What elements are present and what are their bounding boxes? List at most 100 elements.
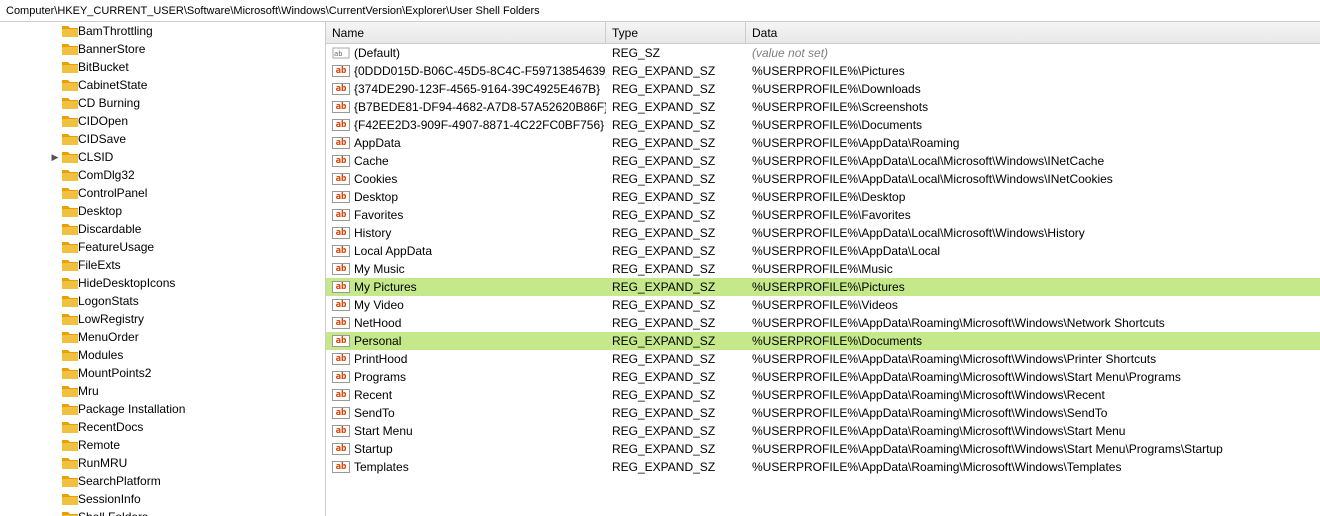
col-name[interactable]: Name	[326, 22, 606, 43]
tree-item[interactable]: CIDOpen	[0, 112, 325, 130]
tree-item[interactable]: HideDesktopIcons	[0, 274, 325, 292]
tree-item-label: CabinetState	[78, 78, 147, 92]
tree-item[interactable]: Remote	[0, 436, 325, 454]
table-row[interactable]: abSendToREG_EXPAND_SZ%USERPROFILE%\AppDa…	[326, 404, 1320, 422]
tree-item[interactable]: FileExts	[0, 256, 325, 274]
tree-item[interactable]: BitBucket	[0, 58, 325, 76]
cell-type: REG_EXPAND_SZ	[606, 206, 746, 224]
table-row[interactable]: abLocal AppDataREG_EXPAND_SZ%USERPROFILE…	[326, 242, 1320, 260]
ab-icon: ab	[332, 461, 350, 473]
ab-icon: ab	[332, 137, 350, 149]
table-row[interactable]: abDesktopREG_EXPAND_SZ%USERPROFILE%\Desk…	[326, 188, 1320, 206]
cell-type: REG_EXPAND_SZ	[606, 62, 746, 80]
cell-type: REG_EXPAND_SZ	[606, 314, 746, 332]
tree-item[interactable]: BannerStore	[0, 40, 325, 58]
tree-item[interactable]: LogonStats	[0, 292, 325, 310]
table-row[interactable]: abStart MenuREG_EXPAND_SZ%USERPROFILE%\A…	[326, 422, 1320, 440]
table-row[interactable]: abTemplatesREG_EXPAND_SZ%USERPROFILE%\Ap…	[326, 458, 1320, 476]
name-text: Templates	[354, 460, 409, 474]
cell-type: REG_EXPAND_SZ	[606, 296, 746, 314]
tree-toggle[interactable]: ▶	[48, 152, 62, 163]
tree-item[interactable]: RecentDocs	[0, 418, 325, 436]
col-data[interactable]: Data	[746, 22, 1320, 43]
tree-item-label: Desktop	[78, 204, 122, 218]
ab-icon: ab	[332, 371, 350, 383]
address-path: Computer\HKEY_CURRENT_USER\Software\Micr…	[6, 5, 540, 17]
table-row[interactable]: ab{F42EE2D3-909F-4907-8871-4C22FC0BF756}…	[326, 116, 1320, 134]
ab-icon: ab	[332, 155, 350, 167]
table-row[interactable]: abMy MusicREG_EXPAND_SZ%USERPROFILE%\Mus…	[326, 260, 1320, 278]
table-row[interactable]: abHistoryREG_EXPAND_SZ%USERPROFILE%\AppD…	[326, 224, 1320, 242]
tree-item[interactable]: CIDSave	[0, 130, 325, 148]
tree-item-label: ControlPanel	[78, 186, 147, 200]
cell-name: abAppData	[326, 134, 606, 152]
tree-item-label: CD Burning	[78, 96, 140, 110]
tree-item-label: SessionInfo	[78, 492, 141, 506]
tree-item-label: Shell Folders	[78, 510, 148, 516]
ab-icon: ab	[332, 335, 350, 347]
table-row[interactable]: abMy PicturesREG_EXPAND_SZ%USERPROFILE%\…	[326, 278, 1320, 296]
cell-type: REG_EXPAND_SZ	[606, 242, 746, 260]
ab-icon: ab	[332, 443, 350, 455]
col-type[interactable]: Type	[606, 22, 746, 43]
cell-data: %USERPROFILE%\AppData\Roaming\Microsoft\…	[746, 314, 1320, 332]
tree-item[interactable]: MenuOrder	[0, 328, 325, 346]
tree-item[interactable]: Discardable	[0, 220, 325, 238]
table-row[interactable]: abCacheREG_EXPAND_SZ%USERPROFILE%\AppDat…	[326, 152, 1320, 170]
table-row[interactable]: abProgramsREG_EXPAND_SZ%USERPROFILE%\App…	[326, 368, 1320, 386]
folder-icon	[62, 96, 78, 110]
tree-item[interactable]: SearchPlatform	[0, 472, 325, 490]
tree-item[interactable]: BamThrottling	[0, 22, 325, 40]
tree-item[interactable]: CD Burning	[0, 94, 325, 112]
cell-data: %USERPROFILE%\AppData\Roaming\Microsoft\…	[746, 368, 1320, 386]
registry-values-panel: Name Type Data ab(Default)REG_SZ(value n…	[326, 22, 1320, 516]
registry-tree: BamThrottling BannerStore BitBucket Cabi…	[0, 22, 326, 516]
table-row[interactable]: ab{0DDD015D-B06C-45D5-8C4C-F59713854639}…	[326, 62, 1320, 80]
cell-data: %USERPROFILE%\AppData\Roaming	[746, 134, 1320, 152]
table-row[interactable]: abPrintHoodREG_EXPAND_SZ%USERPROFILE%\Ap…	[326, 350, 1320, 368]
table-row[interactable]: abMy VideoREG_EXPAND_SZ%USERPROFILE%\Vid…	[326, 296, 1320, 314]
folder-icon	[62, 186, 78, 200]
tree-item[interactable]: Mru	[0, 382, 325, 400]
tree-item[interactable]: Modules	[0, 346, 325, 364]
cell-name: abMy Video	[326, 296, 606, 314]
cell-name: abDesktop	[326, 188, 606, 206]
tree-item-label: BitBucket	[78, 60, 129, 74]
cell-data: %USERPROFILE%\AppData\Roaming\Microsoft\…	[746, 458, 1320, 476]
tree-item[interactable]: RunMRU	[0, 454, 325, 472]
table-row[interactable]: ab{374DE290-123F-4565-9164-39C4925E467B}…	[326, 80, 1320, 98]
tree-item[interactable]: FeatureUsage	[0, 238, 325, 256]
ab-icon: ab	[332, 209, 350, 221]
tree-item[interactable]: ▶ CLSID	[0, 148, 325, 166]
cell-type: REG_EXPAND_SZ	[606, 260, 746, 278]
tree-item[interactable]: CabinetState	[0, 76, 325, 94]
table-row[interactable]: abFavoritesREG_EXPAND_SZ%USERPROFILE%\Fa…	[326, 206, 1320, 224]
tree-item[interactable]: LowRegistry	[0, 310, 325, 328]
cell-data: %USERPROFILE%\AppData\Roaming\Microsoft\…	[746, 440, 1320, 458]
tree-item[interactable]: ControlPanel	[0, 184, 325, 202]
table-row[interactable]: abRecentREG_EXPAND_SZ%USERPROFILE%\AppDa…	[326, 386, 1320, 404]
cell-data: %USERPROFILE%\Documents	[746, 332, 1320, 350]
ab-icon: ab	[332, 173, 350, 185]
table-row[interactable]: abPersonalREG_EXPAND_SZ%USERPROFILE%\Doc…	[326, 332, 1320, 350]
table-row[interactable]: abNetHoodREG_EXPAND_SZ%USERPROFILE%\AppD…	[326, 314, 1320, 332]
table-row[interactable]: abStartupREG_EXPAND_SZ%USERPROFILE%\AppD…	[326, 440, 1320, 458]
ab-icon: ab	[332, 191, 350, 203]
table-row[interactable]: ab(Default)REG_SZ(value not set)	[326, 44, 1320, 62]
folder-icon	[62, 78, 78, 92]
folder-icon	[62, 438, 78, 452]
tree-item[interactable]: ComDlg32	[0, 166, 325, 184]
cell-name: abCookies	[326, 170, 606, 188]
ab-icon: ab	[332, 65, 350, 77]
table-row[interactable]: abCookiesREG_EXPAND_SZ%USERPROFILE%\AppD…	[326, 170, 1320, 188]
tree-item[interactable]: Package Installation	[0, 400, 325, 418]
cell-name: abRecent	[326, 386, 606, 404]
table-row[interactable]: ab{B7BEDE81-DF94-4682-A7D8-57A52620B86F}…	[326, 98, 1320, 116]
cell-type: REG_EXPAND_SZ	[606, 188, 746, 206]
tree-item[interactable]: Shell Folders	[0, 508, 325, 516]
ab-icon: ab	[332, 425, 350, 437]
table-row[interactable]: abAppDataREG_EXPAND_SZ%USERPROFILE%\AppD…	[326, 134, 1320, 152]
tree-item[interactable]: SessionInfo	[0, 490, 325, 508]
tree-item[interactable]: Desktop	[0, 202, 325, 220]
tree-item[interactable]: MountPoints2	[0, 364, 325, 382]
